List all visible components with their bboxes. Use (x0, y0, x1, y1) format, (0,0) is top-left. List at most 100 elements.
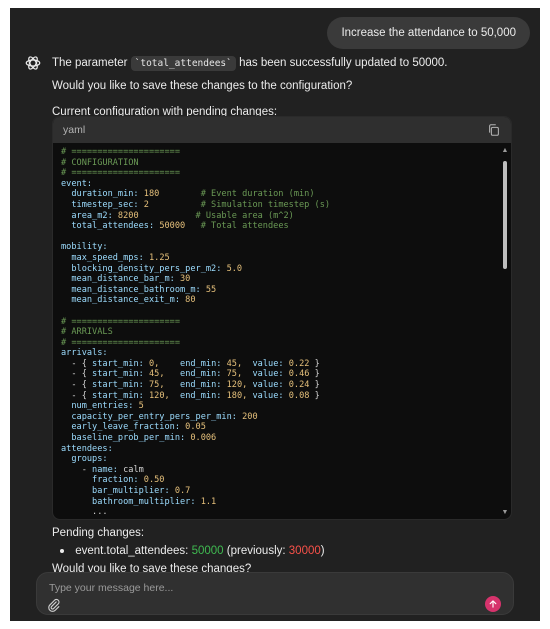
code-token: start_min: (92, 380, 144, 391)
param-post-text: has been successfully updated to 50000. (239, 57, 448, 69)
code-line: bar_multiplier: 0.7 (61, 486, 503, 497)
code-line: attendees: (61, 444, 503, 455)
code-token: 0.22 (283, 358, 310, 369)
code-token: end_min: (180, 380, 222, 391)
code-token: ... (61, 507, 108, 518)
scroll-up-arrow-icon[interactable]: ▲ (501, 147, 509, 155)
code-token: } (309, 358, 320, 369)
code-block-header: yaml (53, 117, 511, 143)
code-token: # ===================== (61, 168, 180, 179)
code-token: attendees: (61, 443, 113, 454)
code-token: start_min: (92, 358, 144, 369)
code-token: 75, (143, 380, 165, 391)
code-token: timestep_sec: (61, 199, 139, 210)
code-line: early_leave_fraction: 0.05 (61, 422, 503, 433)
code-line: - name: calm (61, 465, 503, 476)
code-token: mobility: (61, 242, 108, 253)
code-token: 0.05 (180, 422, 206, 433)
code-token: 0.24 (283, 380, 310, 391)
scroll-thumb[interactable] (503, 161, 507, 269)
code-token: value: (252, 380, 284, 391)
code-token: # Usable area (m^2) (138, 210, 294, 221)
code-line: # ===================== (61, 317, 503, 328)
code-line: # CONFIGURATION (61, 158, 503, 169)
code-line: ... (61, 507, 503, 518)
code-token: value: (252, 390, 284, 401)
code-token: - { (61, 390, 93, 401)
pending-prev-close: ) (320, 545, 325, 557)
copy-icon[interactable] (487, 123, 501, 137)
code-token: 2 (138, 199, 149, 210)
code-line: area_m2: 8200 # Usable area (m^2) (61, 211, 503, 222)
code-token: - { (61, 380, 93, 391)
message-input[interactable] (49, 581, 469, 595)
assistant-message: The parameter `total_attendees` has been… (52, 54, 514, 121)
code-token: bathroom_multiplier: (61, 496, 196, 507)
code-token: 0.08 (283, 390, 310, 401)
code-token: 0, (143, 358, 160, 369)
code-token: duration_min: (61, 189, 139, 200)
code-token: 180 (138, 189, 160, 200)
code-token: - { (61, 369, 93, 380)
code-line: baseline_prob_per_min: 0.006 (61, 433, 503, 444)
code-token: 120, (143, 390, 170, 401)
code-line: - { start_min: 75, end_min: 120, value: … (61, 380, 503, 391)
code-token: arrivals: (61, 348, 108, 359)
code-line: - { start_min: 45, end_min: 75, value: 0… (61, 369, 503, 380)
code-line: capacity_per_entry_pers_per_min: 200 (61, 412, 503, 423)
code-line: arrivals: (61, 348, 503, 359)
code-token: # ===================== (61, 147, 180, 157)
code-token: 1.1 (195, 496, 217, 507)
code-line: groups: (61, 454, 503, 465)
code-token: blocking_density_pers_per_m2: (61, 263, 222, 274)
code-token: value: (252, 358, 284, 369)
code-token: 5 (133, 401, 144, 412)
code-token: 180, (221, 390, 248, 401)
code-token: fraction: (61, 475, 139, 486)
code-token: 80 (180, 295, 196, 306)
code-scrollbar[interactable]: ▲ ▼ (501, 147, 509, 517)
scroll-down-arrow-icon[interactable]: ▼ (501, 509, 509, 517)
pending-list: event.total_attendees: 50000 (previously… (60, 542, 514, 560)
code-line: bathroom_multiplier: 1.1 (61, 497, 503, 508)
pending-old-value: 30000 (288, 545, 321, 557)
code-token: 0.006 (185, 433, 217, 444)
code-line: # ===================== (61, 147, 503, 158)
code-token: 0.7 (169, 486, 191, 496)
user-message-bubble: Increase the attendance to 50,000 (327, 17, 530, 49)
code-token: start_min: (92, 390, 144, 401)
code-token: name: (92, 464, 118, 475)
code-token: # CONFIGURATION (61, 157, 139, 168)
code-line: timestep_sec: 2 # Simulation timestep (s… (61, 200, 503, 211)
code-token: # Simulation timestep (s) (148, 199, 331, 210)
bullet-icon (60, 548, 64, 553)
save-question: Would you like to save these changes to … (52, 80, 353, 92)
code-token: 120, (221, 380, 248, 391)
message-composer (36, 572, 514, 615)
user-message-text: Increase the attendance to 50,000 (341, 27, 516, 39)
paperclip-icon[interactable] (47, 598, 61, 612)
send-button[interactable] (485, 596, 501, 612)
code-token: mean_distance_bathroom_m: (61, 284, 201, 295)
code-token: end_min: (180, 390, 222, 401)
code-line: mean_distance_bathroom_m: 55 (61, 285, 503, 296)
code-language-label: yaml (63, 124, 86, 136)
update-confirmation: The parameter `total_attendees` has been… (52, 54, 514, 73)
code-token: event: (61, 178, 93, 189)
code-token: capacity_per_entry_pers_per_min: (61, 411, 237, 422)
code-token: 45, (221, 358, 243, 369)
code-token: } (309, 369, 320, 380)
code-line: mobility: (61, 242, 503, 253)
code-line: mean_distance_bar_m: 30 (61, 274, 503, 285)
code-token: max_speed_mps: (61, 252, 144, 263)
code-token: groups: (61, 454, 108, 465)
code-token: # Event duration (min) (159, 189, 315, 200)
code-token: 75, (221, 369, 243, 380)
code-line: fraction: 0.50 (61, 475, 503, 486)
